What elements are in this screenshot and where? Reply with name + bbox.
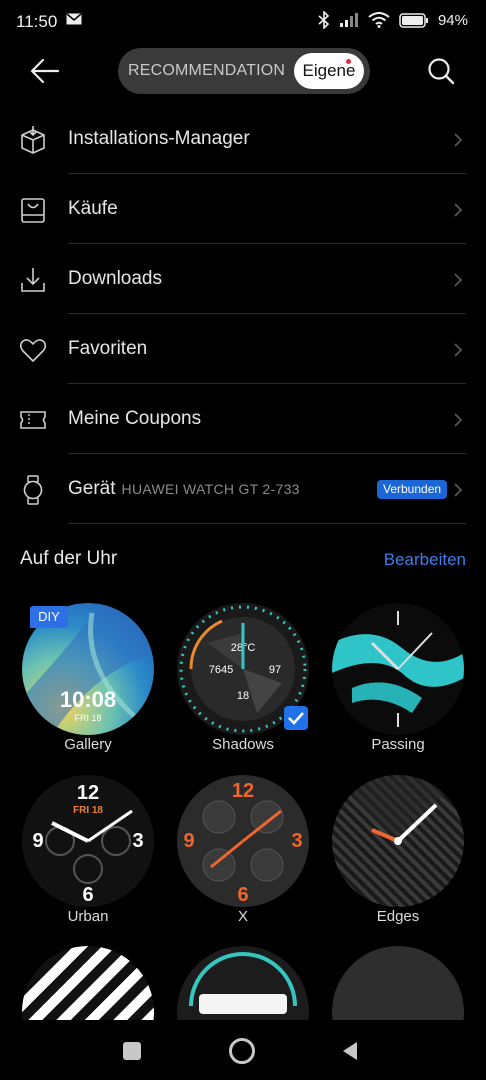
watch-face-partial-3[interactable] [332, 946, 464, 1020]
menu-item-label: Installations-Manager [68, 128, 250, 149]
menu-item-purchases[interactable]: Käufe [0, 174, 486, 244]
svg-text:3: 3 [132, 830, 143, 852]
bluetooth-icon [318, 11, 330, 29]
menu-item-label: Favoriten [68, 338, 148, 359]
svg-text:9: 9 [183, 830, 194, 852]
svg-text:9: 9 [32, 830, 43, 852]
tab-own[interactable]: Eigene [294, 53, 364, 89]
watch-face-partial-1[interactable] [22, 946, 154, 1020]
edges-face-art [332, 775, 464, 845]
face-date: FRI 18 [72, 805, 103, 816]
system-nav-bar [0, 1020, 486, 1080]
svg-text:7645: 7645 [209, 664, 233, 676]
face-date: FRI 18 [74, 713, 102, 723]
chevron-right-icon [454, 273, 463, 287]
box-icon [21, 126, 45, 154]
clock: 11:50 [16, 12, 58, 31]
face-time: 10:08 [59, 687, 117, 712]
heart-icon [19, 339, 47, 362]
selected-check-icon [284, 706, 308, 730]
tab-recommendation[interactable]: RECOMMENDATION [128, 62, 285, 80]
menu-item-label: Meine Coupons [68, 408, 202, 429]
menu-item-installations-manager[interactable]: Installations-Manager [0, 104, 486, 174]
watch-face-edges[interactable] [332, 775, 464, 907]
battery-icon [399, 12, 428, 28]
edit-button[interactable]: Bearbeiten [384, 550, 466, 570]
section-title: Auf der Uhr [20, 548, 118, 569]
menu-item-downloads[interactable]: Downloads [0, 244, 486, 314]
face-name: Urban [67, 908, 109, 925]
face-name: X [237, 908, 248, 925]
back-arrow-icon[interactable] [28, 56, 62, 86]
x-face-art: 12 6 9 3 [183, 780, 302, 906]
watch-face-urban[interactable]: 12 6 9 3 FRI 18 [22, 775, 154, 907]
svg-text:97: 97 [269, 664, 281, 676]
watch-face-x[interactable]: 12 6 9 3 [177, 775, 309, 907]
ticket-icon [20, 411, 46, 429]
download-icon [21, 268, 45, 292]
svg-text:6: 6 [237, 884, 248, 906]
face-name: Passing [371, 736, 425, 753]
svg-text:3: 3 [291, 830, 302, 852]
signal-icon [339, 13, 358, 27]
chevron-right-icon [454, 203, 463, 217]
svg-text:6: 6 [82, 884, 93, 906]
status-badge: Verbunden [377, 480, 448, 499]
chevron-right-icon [454, 483, 463, 497]
mail-icon [66, 13, 82, 25]
face-name: Edges [376, 908, 420, 925]
menu-item-device[interactable]: Gerät HUAWEI WATCH GT 2-733 Verbunden [0, 454, 486, 524]
chevron-right-icon [454, 133, 463, 147]
back-triangle-icon[interactable] [341, 1040, 359, 1062]
watch-face-grid: 10:08 FRI 18 Gallery 28°C 7645 97 18 Sha… [0, 600, 486, 1020]
menu-item-label: Käufe [68, 198, 118, 219]
passing-face-art [332, 611, 464, 727]
menu-item-favorites[interactable]: Favoriten [0, 314, 486, 384]
svg-text:12: 12 [232, 780, 254, 802]
face-name: Shadows [212, 736, 274, 753]
home-icon[interactable] [229, 1038, 255, 1064]
urban-face-art: 12 6 9 3 [32, 782, 143, 906]
top-bar: RECOMMENDATION Eigene [0, 46, 486, 96]
diy-tag: DIY [30, 606, 68, 628]
menu-list: Installations-Manager Käufe Downloads Fa… [0, 104, 486, 524]
search-icon[interactable] [426, 56, 456, 86]
recent-apps-icon[interactable] [123, 1042, 141, 1060]
watch-face-passing[interactable] [332, 603, 464, 735]
notification-dot [346, 59, 351, 64]
watch-icon [23, 475, 43, 505]
wifi-icon [368, 12, 390, 28]
chevron-right-icon [454, 413, 463, 427]
face-name: Gallery [64, 736, 112, 753]
battery-percent: 94% [437, 11, 468, 29]
status-bar: 11:50 94% [0, 0, 486, 44]
partial-face-art [189, 952, 297, 1014]
svg-text:12: 12 [77, 782, 99, 804]
chevron-right-icon [454, 343, 463, 357]
device-model: HUAWEI WATCH GT 2-733 [121, 481, 300, 497]
menu-item-label: Gerät HUAWEI WATCH GT 2-733 [68, 478, 300, 499]
divider [68, 523, 466, 524]
menu-item-coupons[interactable]: Meine Coupons [0, 384, 486, 454]
watch-face-partial-2[interactable] [177, 946, 309, 1020]
svg-text:18: 18 [237, 690, 249, 702]
tab-switcher: RECOMMENDATION Eigene [118, 48, 370, 94]
menu-item-label: Downloads [68, 268, 162, 289]
shopping-bag-icon [21, 198, 45, 223]
